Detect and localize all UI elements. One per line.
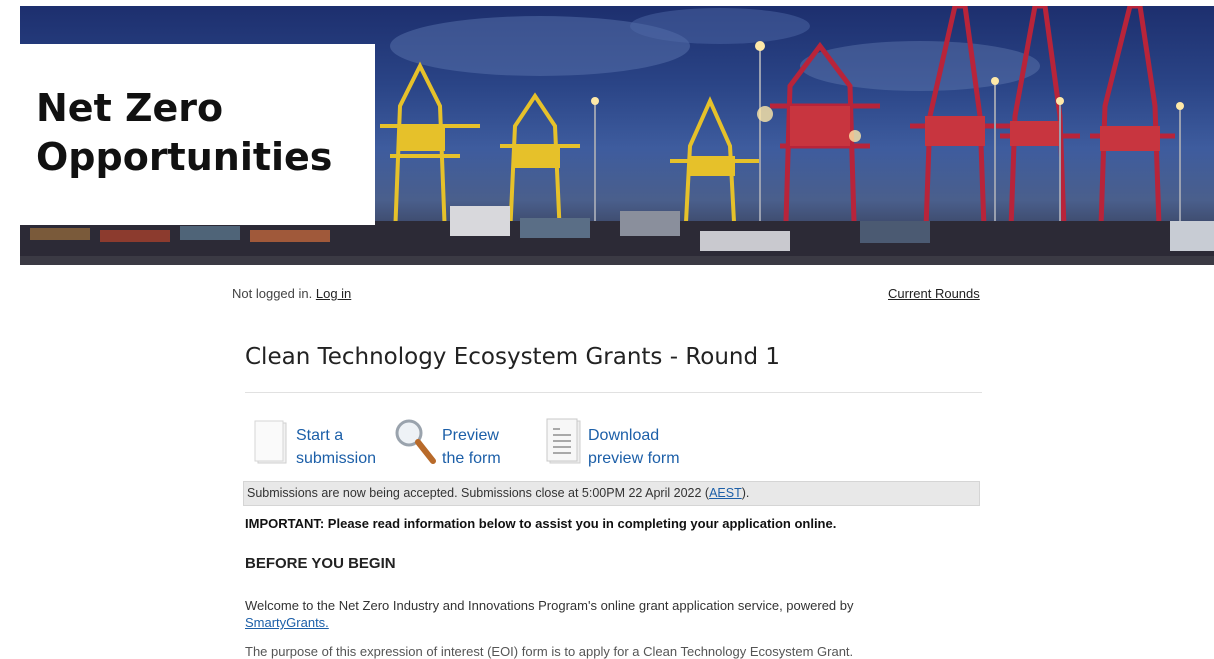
- page-title: Clean Technology Ecosystem Grants - Roun…: [245, 344, 781, 370]
- document-lines-icon: [546, 418, 581, 464]
- before-you-begin-heading: BEFORE YOU BEGIN: [245, 555, 396, 572]
- status-suffix: ).: [741, 486, 750, 500]
- purpose-paragraph: The purpose of this expression of intere…: [245, 644, 854, 659]
- download-preview-button[interactable]: Download preview form: [544, 417, 704, 467]
- site-title-box: Net Zero Opportunities: [20, 44, 375, 225]
- download-preview-label[interactable]: Download preview form: [588, 424, 680, 470]
- magnifier-icon: [395, 419, 436, 464]
- important-notice: IMPORTANT: Please read information below…: [245, 516, 837, 531]
- header-banner: Net Zero Opportunities: [20, 6, 1214, 265]
- login-status-text: Not logged in.: [232, 286, 313, 301]
- welcome-paragraph: Welcome to the Net Zero Industry and Inn…: [245, 597, 985, 631]
- preview-form-label[interactable]: Preview the form: [442, 424, 501, 470]
- site-title-line2: Opportunities: [36, 135, 333, 179]
- start-submission-label[interactable]: Start a submission: [296, 424, 376, 470]
- site-title-line1: Net Zero: [36, 86, 224, 130]
- start-submission-button[interactable]: Start a submission: [250, 417, 390, 467]
- aest-timezone-link[interactable]: AEST: [709, 486, 742, 500]
- status-text: Submissions are now being accepted. Subm…: [247, 486, 710, 500]
- welcome-text: Welcome to the Net Zero Industry and Inn…: [245, 598, 854, 613]
- login-status: Not logged in. Log in: [232, 286, 351, 301]
- submission-status-bar: Submissions are now being accepted. Subm…: [243, 481, 980, 506]
- login-link[interactable]: Log in: [316, 286, 351, 301]
- site-title: Net Zero Opportunities: [36, 84, 366, 182]
- current-rounds-link[interactable]: Current Rounds: [888, 286, 980, 301]
- blank-document-icon: [254, 420, 287, 464]
- divider: [245, 392, 982, 393]
- preview-form-button[interactable]: Preview the form: [393, 417, 523, 467]
- smartygrants-link[interactable]: SmartyGrants.: [245, 615, 329, 630]
